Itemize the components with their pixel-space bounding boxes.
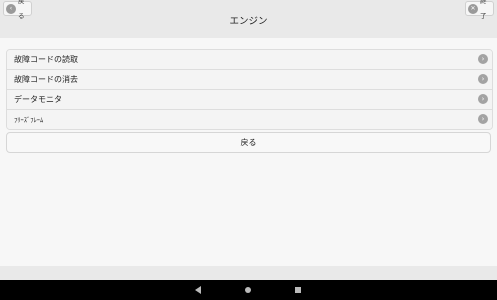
nav-home-icon[interactable] — [245, 287, 251, 293]
menu-item-label: 故障コードの消去 — [14, 75, 78, 84]
menu-item-data-monitor[interactable]: データモニタ › — [7, 90, 492, 110]
nav-back-icon[interactable] — [195, 286, 201, 294]
menu-item-label: 故障コードの読取 — [14, 55, 78, 64]
chevron-right-icon: › — [478, 54, 488, 64]
menu-item-read-codes[interactable]: 故障コードの読取 › — [7, 50, 492, 70]
system-nav-bar — [0, 280, 497, 300]
menu-item-freeze-frame[interactable]: ﾌﾘｰｽﾞﾌﾚｰﾑ › — [7, 110, 492, 129]
chevron-right-icon: › — [478, 94, 488, 104]
header-exit-label: 終了 — [480, 0, 487, 20]
engine-menu-list: 故障コードの読取 › 故障コードの消去 › データモニタ › ﾌﾘｰｽﾞﾌﾚｰﾑ… — [6, 49, 493, 130]
menu-item-clear-codes[interactable]: 故障コードの消去 › — [7, 70, 492, 90]
footer-strip — [0, 266, 497, 280]
menu-item-label: データモニタ — [14, 95, 62, 104]
chevron-right-icon: › — [478, 114, 488, 124]
nav-recents-icon[interactable] — [295, 287, 301, 293]
chevron-right-icon: › — [478, 74, 488, 84]
header-exit-button[interactable]: ✕ 終了 — [465, 0, 494, 20]
close-icon: ✕ — [468, 3, 478, 14]
menu-item-label: ﾌﾘｰｽﾞﾌﾚｰﾑ — [14, 116, 44, 124]
back-button[interactable]: 戻る — [6, 132, 491, 153]
page-title: エンジン — [229, 16, 268, 27]
back-icon: ‹ — [6, 3, 16, 14]
app-screen: ‹ 戻る エンジン ✕ 終了 故障コードの読取 › 故障コードの消去 › データ… — [0, 0, 497, 280]
header-bar: ‹ 戻る エンジン ✕ 終了 — [0, 0, 497, 38]
